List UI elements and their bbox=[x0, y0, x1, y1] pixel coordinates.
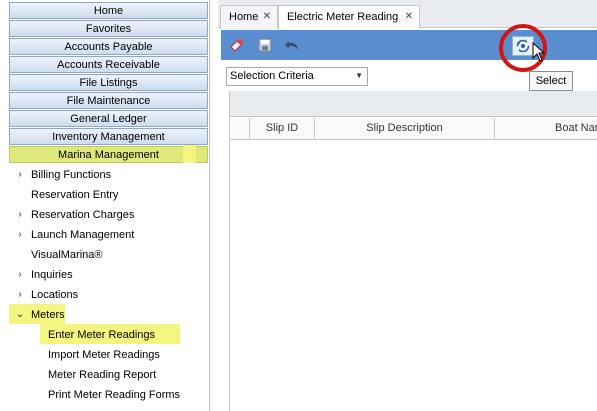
nav-home[interactable]: Home bbox=[9, 2, 208, 19]
tree-item-launch-management[interactable]: › Launch Management bbox=[9, 225, 208, 245]
tree-item-reservation-entry[interactable]: Reservation Entry bbox=[9, 185, 208, 205]
nav-file-maintenance[interactable]: File Maintenance bbox=[9, 92, 208, 109]
tree-item-label: Reservation Charges bbox=[31, 209, 135, 221]
nav-general-ledger[interactable]: General Ledger bbox=[9, 110, 208, 127]
tree-item-label: Reservation Entry bbox=[31, 189, 119, 201]
tab-electric-meter-reading[interactable]: Electric Meter Reading ✕ bbox=[278, 5, 420, 29]
nav-marina-management[interactable]: Marina Management bbox=[9, 146, 208, 163]
tree-item-billing-functions[interactable]: › Billing Functions bbox=[9, 165, 208, 185]
chevron-right-icon[interactable]: › bbox=[15, 225, 25, 245]
tree-item-label: Billing Functions bbox=[31, 169, 112, 181]
tree-item-import-meter-readings[interactable]: Import Meter Readings bbox=[9, 345, 208, 365]
select-tooltip: Select bbox=[529, 71, 573, 91]
tree-item-locations[interactable]: › Locations bbox=[9, 285, 208, 305]
tree-item-meters[interactable]: ⌄ Meters bbox=[9, 305, 208, 325]
chevron-right-icon[interactable]: › bbox=[15, 205, 25, 225]
tree-item-enter-meter-readings[interactable]: Enter Meter Readings bbox=[9, 325, 208, 345]
chevron-down-icon: ▼ bbox=[355, 71, 363, 80]
row-indicator-header bbox=[230, 118, 250, 140]
close-icon[interactable]: ✕ bbox=[405, 6, 413, 28]
tree-item-label: Meter Reading Report bbox=[48, 369, 157, 381]
sidebar: Home Favorites Accounts Payable Accounts… bbox=[0, 0, 210, 411]
tree-item-label: Import Meter Readings bbox=[48, 349, 160, 361]
chevron-right-icon[interactable]: › bbox=[15, 285, 25, 305]
selection-criteria-value: Selection Criteria bbox=[230, 70, 314, 82]
tab-label: Home bbox=[229, 11, 259, 23]
tree-item-label: VisualMarina® bbox=[31, 249, 103, 261]
tree-item-label: Launch Management bbox=[31, 229, 135, 241]
mouse-cursor-icon bbox=[532, 42, 546, 62]
highlight-marker bbox=[183, 145, 196, 163]
tree-item-inquiries[interactable]: › Inquiries bbox=[9, 265, 208, 285]
nav-accounts-payable[interactable]: Accounts Payable bbox=[9, 38, 208, 55]
column-header-slip-id[interactable]: Slip ID bbox=[250, 118, 315, 140]
tree-item-label: Print Meter Reading Forms bbox=[48, 389, 181, 401]
tab-label: Electric Meter Reading bbox=[287, 11, 399, 23]
grid-header-row: Slip ID Slip Description Boat Nar bbox=[230, 118, 597, 140]
chevron-down-icon[interactable]: ⌄ bbox=[15, 305, 25, 325]
save-icon[interactable] bbox=[257, 37, 273, 53]
undo-icon[interactable] bbox=[284, 37, 300, 53]
tree-item-label: Inquiries bbox=[31, 269, 73, 281]
tree-item-reservation-charges[interactable]: › Reservation Charges bbox=[9, 205, 208, 225]
column-header-boat-name[interactable]: Boat Nar bbox=[495, 118, 597, 140]
chevron-right-icon[interactable]: › bbox=[15, 265, 25, 285]
tree-item-label: Locations bbox=[31, 289, 79, 301]
nav-inventory-management[interactable]: Inventory Management bbox=[9, 128, 208, 145]
tab-home[interactable]: Home ✕ bbox=[220, 5, 278, 29]
tree-item-print-meter-reading-forms[interactable]: Print Meter Reading Forms bbox=[9, 385, 208, 405]
nav-file-listings[interactable]: File Listings bbox=[9, 74, 208, 91]
tab-bar: Home ✕ Electric Meter Reading ✕ bbox=[218, 0, 597, 29]
tree-item-label: Meters bbox=[31, 309, 65, 321]
eraser-icon[interactable] bbox=[229, 37, 245, 53]
chevron-right-icon[interactable]: › bbox=[15, 165, 25, 185]
nav-accounts-receivable[interactable]: Accounts Receivable bbox=[9, 56, 208, 73]
tree-item-meter-reading-report[interactable]: Meter Reading Report bbox=[9, 365, 208, 385]
nav-favorites[interactable]: Favorites bbox=[9, 20, 208, 37]
tree-item-visualmarina[interactable]: VisualMarina® bbox=[9, 245, 208, 265]
slip-grid: Slip ID Slip Description Boat Nar bbox=[229, 91, 597, 411]
tree-item-label: Enter Meter Readings bbox=[48, 329, 155, 341]
selection-criteria-dropdown[interactable]: Selection Criteria ▼ bbox=[226, 67, 368, 86]
column-header-slip-description[interactable]: Slip Description bbox=[315, 118, 495, 140]
group-panel bbox=[230, 91, 597, 117]
close-icon[interactable]: ✕ bbox=[263, 6, 271, 28]
